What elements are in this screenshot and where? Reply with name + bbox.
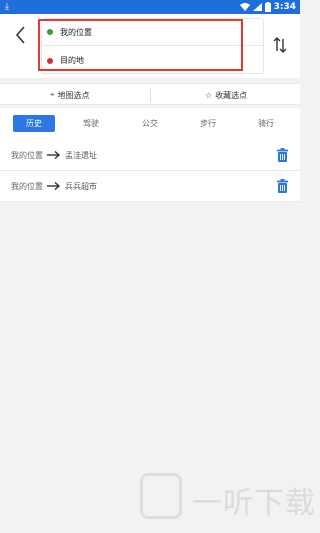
list-item[interactable]: 我的位置 兵兵超市 — [0, 171, 300, 202]
history-to: 兵兵超市 — [65, 181, 97, 191]
pick-options-bar: ⌖ 地图选点 ☆ 收藏选点 — [0, 83, 300, 105]
route-header: 我的位置 目的地 — [0, 14, 300, 78]
arrow-right-icon — [47, 182, 61, 190]
origin-field[interactable]: 我的位置 — [42, 19, 263, 46]
trash-icon[interactable] — [277, 148, 288, 162]
favorites-label: 收藏选点 — [215, 90, 248, 100]
history-from: 我的位置 — [11, 181, 43, 191]
yiting-logo-icon — [140, 473, 182, 519]
map-pick-button[interactable]: ⌖ 地图选点 — [50, 84, 90, 106]
tab-bike[interactable]: 骑行 — [251, 115, 281, 132]
route-inputs: 我的位置 目的地 — [41, 18, 264, 74]
destination-text: 目的地 — [60, 56, 84, 65]
system-indicators: 3:34 — [239, 1, 296, 13]
tab-drive[interactable]: 驾驶 — [76, 115, 106, 132]
tab-history[interactable]: 历史 — [13, 115, 55, 132]
map-pick-label: 地图选点 — [57, 90, 90, 100]
divider — [150, 88, 151, 102]
tab-walk[interactable]: 步行 — [193, 115, 223, 132]
star-icon: ☆ — [205, 90, 213, 100]
history-list: 我的位置 孟洼遗址 我的位置 兵兵超市 — [0, 140, 300, 202]
destination-field[interactable]: 目的地 — [42, 47, 263, 74]
history-to: 孟洼遗址 — [65, 150, 97, 160]
mode-tabs: 历史 驾驶 公交 步行 骑行 — [0, 108, 300, 140]
signal-icon — [252, 3, 262, 11]
favorites-pick-button[interactable]: ☆ 收藏选点 — [205, 84, 247, 106]
list-item[interactable]: 我的位置 孟洼遗址 — [0, 140, 300, 171]
trash-icon[interactable] — [277, 179, 288, 193]
destination-dot — [47, 57, 53, 64]
wifi-icon — [239, 3, 250, 11]
watermark-text: 一听下载 — [192, 486, 316, 521]
swap-vertical-icon[interactable] — [270, 35, 290, 55]
origin-text: 我的位置 — [60, 27, 92, 37]
download-icon: ⤓ — [5, 2, 9, 12]
history-from: 我的位置 — [11, 150, 43, 160]
arrow-right-icon — [47, 151, 61, 159]
tab-transit[interactable]: 公交 — [135, 115, 165, 132]
chevron-left-icon[interactable] — [13, 24, 29, 46]
clock: 3:34 — [273, 2, 296, 12]
battery-icon — [264, 2, 271, 12]
status-bar: ⤓ 3:34 — [0, 0, 300, 14]
watermark: 一听下载 — [140, 470, 315, 530]
location-pin-icon: ⌖ — [50, 90, 55, 99]
origin-dot — [47, 29, 53, 35]
